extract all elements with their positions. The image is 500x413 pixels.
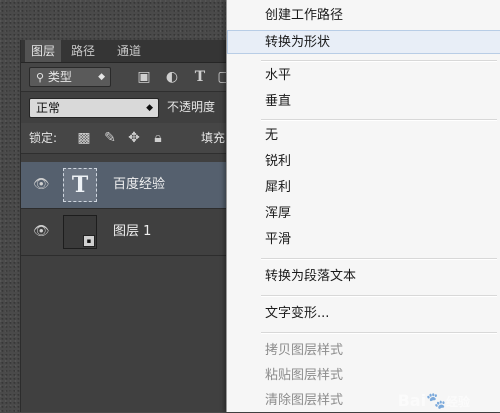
menu-item-antialias-smooth[interactable]: 平滑	[227, 228, 500, 252]
fill-label: 填充	[201, 131, 226, 145]
eye-icon[interactable]: 👁︎	[33, 177, 50, 193]
chevron-updown-icon: ◆	[98, 72, 105, 82]
menu-item-convert-to-shape[interactable]: 转换为形状	[227, 30, 500, 54]
panel-tab-bar: 图层 路径 通道	[21, 40, 261, 63]
lock-row: 锁定: ▩ ✎ ✥ 🔒︎ 填充	[21, 123, 261, 154]
menu-item-paste-layer-style[interactable]: 粘贴图层样式	[227, 364, 500, 388]
pixel-layer-thumbnail: ▪	[63, 215, 97, 249]
menu-item-horizontal[interactable]: 水平	[227, 64, 500, 88]
eye-icon[interactable]: 👁︎	[33, 224, 50, 240]
menu-item-antialias-strong[interactable]: 浑厚	[227, 202, 500, 226]
menu-separator	[261, 119, 497, 121]
blend-mode-select[interactable]: 正常 ◆	[29, 98, 159, 118]
layers-panel: 图层 路径 通道 ⚲ 类型 ◆ ▣ ◐ T ▢ 正常 ◆ 不透明度 锁定: ▩ …	[20, 40, 261, 412]
image-filter-icon[interactable]: ▣	[135, 68, 153, 86]
menu-item-vertical[interactable]: 垂直	[227, 90, 500, 114]
tab-channels[interactable]: 通道	[111, 40, 147, 62]
tab-layers[interactable]: 图层	[25, 40, 62, 62]
layer-name[interactable]: 图层 1	[113, 222, 151, 242]
paw-icon: 🐾	[426, 391, 446, 410]
adjustment-filter-icon[interactable]: ◐	[163, 68, 181, 86]
layer-row-text[interactable]: 👁︎ T 百度经验	[21, 162, 261, 208]
tab-paths[interactable]: 路径	[65, 40, 101, 62]
menu-item-convert-to-paragraph[interactable]: 转换为段落文本	[227, 265, 500, 289]
text-layer-thumbnail: T	[63, 168, 97, 202]
menu-item-copy-layer-style[interactable]: 拷贝图层样式	[227, 339, 500, 363]
lock-transparency-icon[interactable]: ▩	[75, 129, 93, 147]
chevron-updown-icon: ◆	[146, 103, 153, 113]
context-menu: 创建工作路径 转换为形状 水平 垂直 无 锐利 犀利 浑厚 平滑 转换为段落文本…	[226, 0, 500, 412]
filter-kind-value: 类型	[47, 70, 72, 84]
watermark-text: Bai	[397, 391, 427, 410]
lock-label: 锁定:	[29, 131, 58, 145]
filter-kind-select[interactable]: ⚲ 类型 ◆	[29, 67, 111, 87]
menu-separator	[261, 258, 497, 260]
menu-separator	[261, 60, 497, 62]
blend-row: 正常 ◆ 不透明度	[21, 92, 261, 122]
menu-item-create-work-path[interactable]: 创建工作路径	[227, 4, 500, 28]
text-filter-icon[interactable]: T	[191, 68, 209, 86]
menu-separator	[261, 295, 497, 297]
watermark-suffix: 经验	[445, 395, 470, 409]
menu-separator	[261, 332, 497, 334]
filter-row: ⚲ 类型 ◆ ▣ ◐ T ▢	[21, 63, 261, 92]
lock-position-icon[interactable]: ✥	[125, 129, 143, 147]
layer-row-pixel[interactable]: 👁︎ ▪ 图层 1	[21, 209, 261, 255]
blend-mode-value: 正常	[36, 101, 61, 115]
opacity-label: 不透明度	[167, 100, 216, 114]
layer-divider	[21, 255, 261, 256]
menu-item-antialias-sharp[interactable]: 锐利	[227, 150, 500, 174]
search-icon: ⚲	[36, 71, 45, 84]
layer-name[interactable]: 百度经验	[113, 175, 165, 195]
menu-item-warp-text[interactable]: 文字变形...	[227, 302, 500, 326]
baidu-watermark: Bai🐾经验	[398, 391, 470, 410]
lock-brush-icon[interactable]: ✎	[101, 129, 119, 147]
menu-item-antialias-none[interactable]: 无	[227, 124, 500, 148]
smart-object-badge-icon: ▪	[83, 235, 95, 247]
menu-item-antialias-crisp[interactable]: 犀利	[227, 176, 500, 200]
lock-all-icon[interactable]: 🔒︎	[149, 129, 167, 147]
